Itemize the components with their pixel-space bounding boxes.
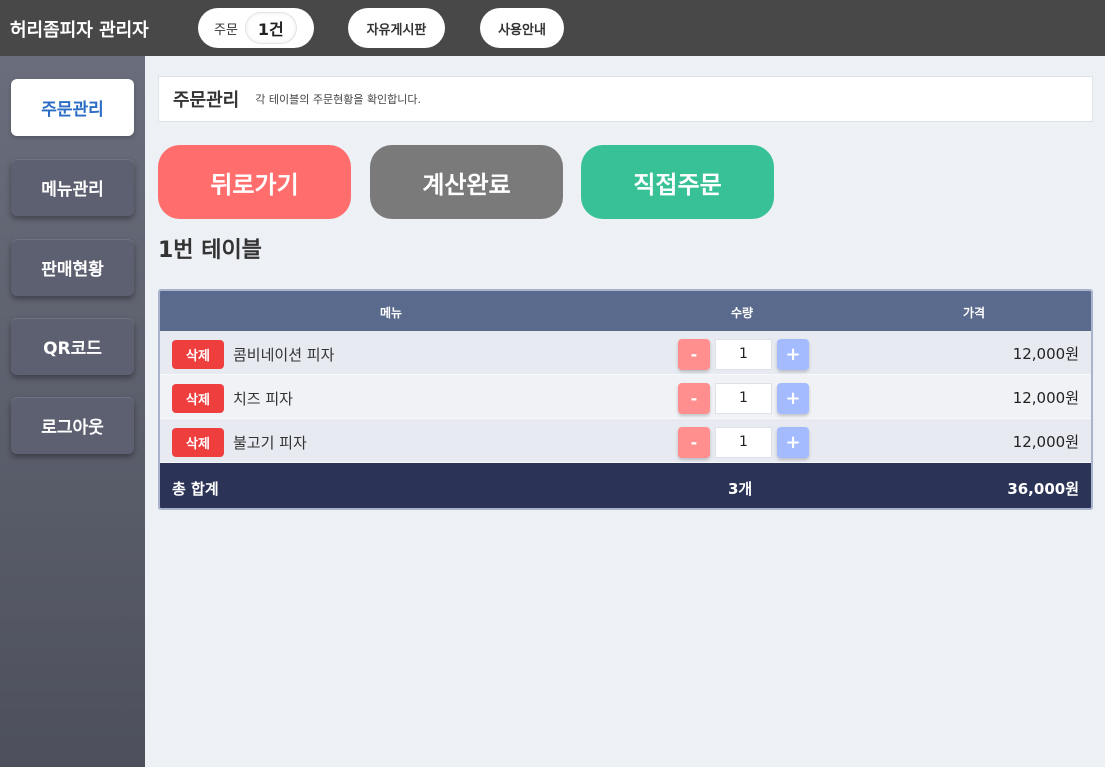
sidebar-item-logout[interactable]: 로그아웃 — [11, 397, 134, 454]
column-header-price: 가격 — [963, 306, 986, 320]
checkout-complete-button[interactable]: 계산완료 — [370, 145, 563, 219]
top-bar: 허리좀피자 관리자 주문 1건 자유게시판 사용안내 — [0, 0, 1105, 56]
total-price: 36,000원 — [1007, 480, 1079, 498]
sidebar-item-order-management[interactable]: 주문관리 — [11, 79, 134, 136]
order-count-button[interactable]: 주문 1건 — [198, 8, 314, 48]
table-row: 삭제 불고기 피자 - 1 + 12,000원 — [160, 419, 1091, 463]
user-guide-button[interactable]: 사용안내 — [480, 8, 564, 48]
page-header: 주문관리 각 테이블의 주문현황을 확인합니다. — [158, 76, 1093, 122]
page-title: 주문관리 — [173, 90, 240, 111]
total-label: 총 합계 — [172, 480, 219, 498]
decrease-quantity-button[interactable]: - — [678, 339, 710, 370]
column-header-quantity: 수량 — [731, 306, 754, 320]
delete-button[interactable]: 삭제 — [172, 428, 224, 457]
decrease-quantity-button[interactable]: - — [678, 383, 710, 414]
quantity-input[interactable]: 1 — [715, 427, 772, 458]
table-footer-total: 총 합계 3개 36,000원 — [160, 463, 1091, 508]
delete-button[interactable]: 삭제 — [172, 384, 224, 413]
order-label: 주문 — [214, 22, 238, 38]
page-subtitle: 각 테이블의 주문현황을 확인합니다. — [255, 93, 422, 106]
sidebar: 주문관리 메뉴관리 판매현황 QR코드 로그아웃 — [0, 56, 145, 767]
table-title: 1번 테이블 — [158, 238, 262, 263]
item-name: 콤비네이션 피자 — [233, 346, 335, 364]
order-count-badge: 1건 — [245, 13, 296, 43]
increase-quantity-button[interactable]: + — [777, 427, 809, 458]
app-title: 허리좀피자 관리자 — [10, 20, 149, 41]
decrease-quantity-button[interactable]: - — [678, 427, 710, 458]
table-row: 삭제 콤비네이션 피자 - 1 + 12,000원 — [160, 331, 1091, 375]
increase-quantity-button[interactable]: + — [777, 383, 809, 414]
item-price: 12,000원 — [1012, 345, 1079, 363]
item-name: 치즈 피자 — [233, 390, 293, 408]
back-button[interactable]: 뒤로가기 — [158, 145, 351, 219]
table-row: 삭제 치즈 피자 - 1 + 12,000원 — [160, 375, 1091, 419]
quantity-input[interactable]: 1 — [715, 339, 772, 370]
sidebar-item-qr-code[interactable]: QR코드 — [11, 318, 134, 375]
direct-order-button[interactable]: 직접주문 — [581, 145, 774, 219]
increase-quantity-button[interactable]: + — [777, 339, 809, 370]
total-quantity: 3개 — [728, 480, 753, 498]
order-table: 메뉴 수량 가격 삭제 콤비네이션 피자 - 1 + 12,000원 삭제 치즈… — [158, 289, 1093, 510]
column-header-menu: 메뉴 — [380, 306, 403, 320]
sidebar-item-sales-status[interactable]: 판매현황 — [11, 239, 134, 296]
sidebar-item-menu-management[interactable]: 메뉴관리 — [11, 159, 134, 216]
free-board-button[interactable]: 자유게시판 — [348, 8, 445, 48]
quantity-input[interactable]: 1 — [715, 383, 772, 414]
item-name: 불고기 피자 — [233, 434, 307, 452]
table-header: 메뉴 수량 가격 — [160, 291, 1091, 331]
delete-button[interactable]: 삭제 — [172, 340, 224, 369]
item-price: 12,000원 — [1012, 433, 1079, 451]
item-price: 12,000원 — [1012, 389, 1079, 407]
